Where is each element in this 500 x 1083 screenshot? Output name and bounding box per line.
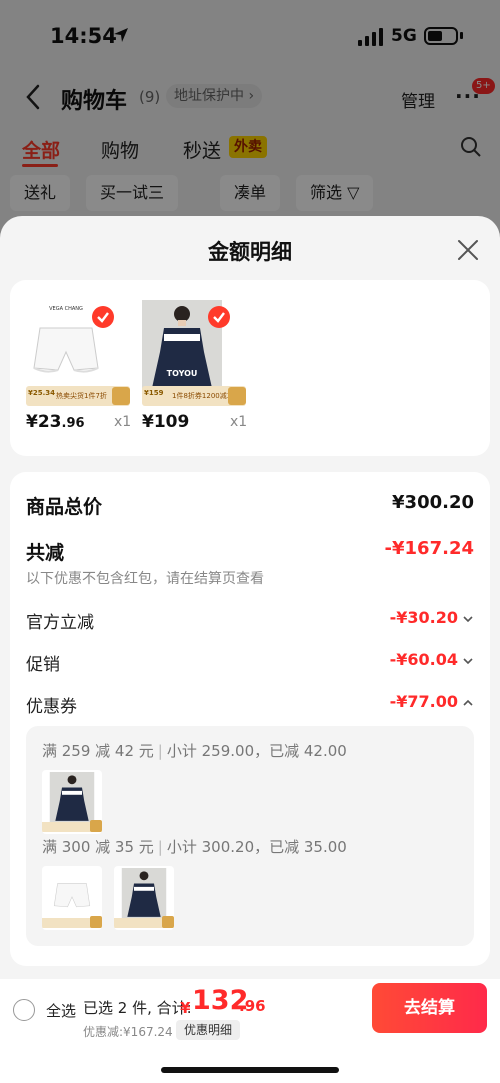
coupon-detail: 小计 259.00，已减 42.00 [166,742,347,760]
reduce-row: 共减 -¥167.24 [26,538,474,568]
gift-bow-icon [112,387,130,405]
product-quantity: x1 [114,414,132,430]
product-price: ¥109 [142,412,189,432]
total-decimal: .96 [239,997,266,1015]
selected-check-icon[interactable] [208,306,230,328]
gift-bow-icon [90,820,102,832]
gift-bow-icon [90,916,102,928]
promo-banner: ¥159 1件8折券1200减360 [142,386,246,406]
promotion-label: 促销 [26,655,60,675]
sheet-title: 金额明细 [208,240,292,264]
coupon-value: -¥77.00 [389,692,458,711]
amount-detail-sheet: 金额明细 VEGA CHANG ¥25.34 热卖尖货1件7折 ¥23.96 x… [0,216,500,1083]
coupon-rule: 满 259 减 42 元 [42,742,154,760]
promo-banner: ¥25.34 热卖尖货1件7折 [26,386,130,406]
reduce-label: 共减 [26,542,65,564]
coupon-line: 满 300 减 35 元 | 小计 300.20，已减 35.00 [42,838,347,856]
coupon-label: 优惠券 [26,697,77,717]
coupon-product-thumb [114,866,174,930]
product-brand: VEGA CHANG [49,306,83,312]
coupon-product-thumb [42,770,102,834]
select-all-radio[interactable] [13,999,35,1021]
product-image-shorts [49,868,95,918]
chevron-up-icon[interactable] [462,698,474,708]
total-value: ¥300.20 [392,492,474,513]
select-all-label[interactable]: 全选 [46,1000,76,1021]
chevron-down-icon[interactable] [462,614,474,624]
promotion-value: -¥60.04 [389,650,458,669]
coupon-rule: 满 300 减 35 元 [42,838,154,856]
total-row: 商品总价 ¥300.20 [26,492,474,522]
selected-products-card: VEGA CHANG ¥25.34 热卖尖货1件7折 ¥23.96 x1 TOY… [10,280,490,456]
price-integer: ¥109 [142,412,190,432]
discount-detail-button[interactable]: 优惠明细 [176,1020,241,1040]
selected-summary: 已选 2 件, 合计: [83,999,192,1017]
promo-price-tag: ¥159 [144,389,164,397]
discount-summary: 优惠减:¥167.24 [83,1025,173,1039]
gift-bow-icon [162,916,174,928]
chevron-down-icon[interactable] [462,656,474,666]
price-detail-card: 商品总价 ¥300.20 共减 -¥167.24 以下优惠不包含红包，请在结算页… [10,472,490,966]
product-quantity: x1 [230,414,248,430]
coupon-breakdown: 满 259 减 42 元 | 小计 259.00，已减 42.00 满 300 减 … [26,726,474,946]
promo-price-tag: ¥25.34 [28,389,56,397]
product-price: ¥23.96 [26,412,85,432]
product-image-dress [49,772,95,822]
promotion-row[interactable]: 促销 -¥60.04 [26,650,474,680]
selected-check-icon[interactable] [92,306,114,328]
official-discount-value: -¥30.20 [389,608,458,627]
total-label: 商品总价 [26,496,103,518]
product-brand: TOYOU [167,369,198,378]
home-indicator [161,1067,339,1073]
coupon-line: 满 259 减 42 元 | 小计 259.00，已减 42.00 [42,742,347,760]
official-discount-row[interactable]: 官方立减 -¥30.20 [26,608,474,638]
coupon-product-thumb [42,866,102,930]
product-image-dress [121,868,167,918]
promo-text: 热卖尖货1件7折 [56,392,107,400]
close-icon[interactable] [456,238,480,262]
reduce-value: -¥167.24 [384,538,474,559]
coupon-row[interactable]: 优惠券 -¥77.00 [26,692,474,722]
reduce-note: 以下优惠不包含红包，请在结算页查看 [26,571,264,587]
gift-bow-icon [228,387,246,405]
price-integer: ¥23 [26,412,62,432]
price-decimal: .96 [61,416,85,431]
coupon-detail: 小计 300.20，已减 35.00 [166,838,347,856]
checkout-button[interactable]: 去结算 [372,983,487,1033]
total-currency: ¥ [180,999,191,1017]
checkout-footer: 全选 已选 2 件, 合计: ¥ 132 .96 优惠减:¥167.24 优惠明… [0,979,500,1083]
official-discount-label: 官方立减 [26,613,94,633]
